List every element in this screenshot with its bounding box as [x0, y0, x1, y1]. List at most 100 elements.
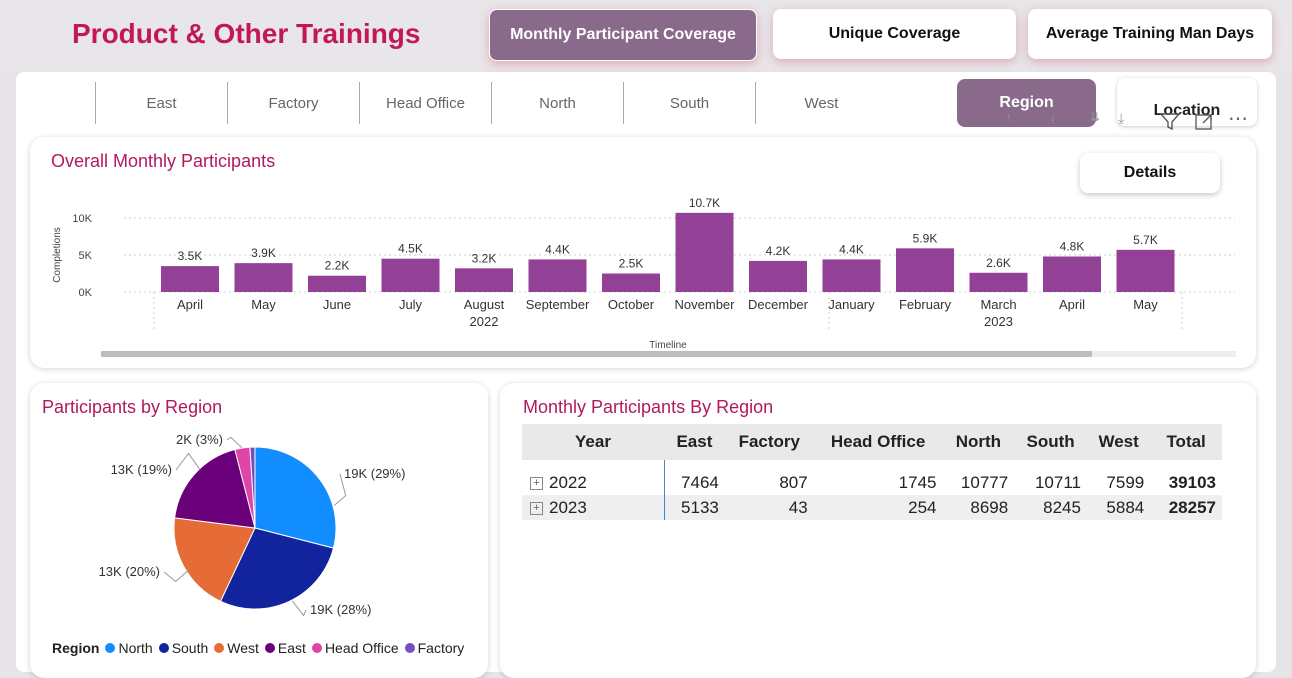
slicer-item-head-office[interactable]: Head Office	[359, 82, 491, 124]
y-tick-label: 5K	[79, 250, 93, 262]
table-row: +2022 7464 807 1745 10777 10711 7599 391…	[522, 460, 1222, 495]
column-header-total[interactable]: Total	[1150, 424, 1222, 460]
x-tick-label: December	[748, 297, 809, 312]
x-tick-label: June	[323, 297, 351, 312]
slicer-item-north[interactable]: North	[491, 82, 623, 124]
bar	[455, 268, 513, 292]
cell-north: 8698	[942, 495, 1015, 520]
column-header-south[interactable]: South	[1014, 424, 1087, 460]
data-label: 4.5K	[398, 242, 423, 256]
x-tick-label: April	[177, 297, 203, 312]
x-tick-label: March	[980, 297, 1016, 312]
table-row: +2023 5133 43 254 8698 8245 5884 28257	[522, 495, 1222, 520]
region-pie-chart: 19K (29%) 19K (28%) 13K (20%) 13K (19%) 2K (…	[99, 432, 406, 617]
visual-toolbar: ↑ ↓ ⇊ ⤓ ⋯	[1006, 108, 1256, 137]
expand-icon[interactable]: +	[530, 476, 543, 490]
bar	[969, 272, 1028, 292]
table-title: Monthly Participants By Region	[523, 397, 774, 417]
legend-item-north[interactable]: North	[105, 640, 153, 656]
x-tick-label: October	[608, 297, 655, 312]
x-tick-label: May	[1133, 297, 1158, 312]
data-label: 10.7K	[689, 196, 720, 210]
page-title: Product & Other Trainings	[72, 18, 421, 49]
data-label: 4.4K	[545, 242, 570, 256]
slicer-item-south[interactable]: South	[623, 82, 755, 124]
bar	[1116, 249, 1175, 292]
pie-leader-line	[175, 452, 201, 471]
x-tick-label: May	[251, 297, 276, 312]
legend-label: Head Office	[324, 640, 399, 656]
overall-monthly-bar-chart: 0K 5K 10K Completions 3.5K April 3.9K May 2.2K Ju…	[52, 196, 1236, 357]
filter-icon[interactable]	[1159, 112, 1181, 137]
x-tick-label: April	[1059, 297, 1085, 312]
column-header-north[interactable]: North	[942, 424, 1015, 460]
legend-item-west[interactable]: West	[214, 640, 259, 656]
expand-down-icon[interactable]: ⤓	[1118, 110, 1124, 127]
data-label: 4.4K	[839, 242, 864, 256]
data-label: 4.8K	[1060, 239, 1085, 253]
more-options-icon[interactable]: ⋯	[1228, 106, 1248, 131]
x-year-label: 2022	[470, 314, 499, 329]
bar	[161, 266, 219, 292]
legend-title: Region	[52, 640, 100, 656]
pie-leader-line	[163, 569, 189, 583]
legend-dot	[404, 643, 415, 653]
cell-factory: 43	[724, 495, 814, 520]
legend-dot	[264, 643, 275, 653]
y-tick-label: 10K	[72, 213, 92, 225]
column-header-east[interactable]: East	[664, 424, 725, 460]
cell-west: 5884	[1086, 495, 1151, 520]
table-header-row: Year East Factory Head Office North Sout…	[522, 424, 1222, 460]
tab-average-training-man-days[interactable]: Average Training Man Days	[1028, 9, 1272, 59]
bar	[749, 260, 807, 292]
sort-down-icon[interactable]: ↓	[1050, 110, 1056, 124]
tab-unique-coverage[interactable]: Unique Coverage	[773, 9, 1016, 59]
data-label: 3.5K	[178, 249, 203, 263]
bar	[822, 259, 881, 292]
column-header-west[interactable]: West	[1086, 424, 1151, 460]
bar	[602, 273, 660, 292]
bar	[381, 258, 440, 292]
data-label: 3.9K	[251, 246, 276, 260]
focus-mode-icon[interactable]	[1194, 112, 1214, 137]
legend-label: East	[277, 640, 306, 656]
legend-item-east[interactable]: East	[264, 640, 306, 656]
cell-east: 7464	[681, 472, 719, 492]
bar	[234, 263, 293, 292]
region-matrix-table: Year East Factory Head Office North Sout…	[522, 424, 1222, 520]
legend-dot	[311, 643, 322, 653]
legend-item-south[interactable]: South	[158, 640, 208, 656]
legend-label: Factory	[417, 640, 465, 656]
legend-dot	[158, 643, 169, 653]
data-label: 3.2K	[472, 251, 497, 265]
column-header-year[interactable]: Year	[522, 424, 664, 460]
x-tick-label: September	[526, 297, 590, 312]
x-axis-label: Timeline	[649, 340, 687, 351]
pie-chart-title: Participants by Region	[42, 397, 223, 417]
cell-factory: 807	[779, 472, 808, 492]
column-header-head-office[interactable]: Head Office	[813, 424, 943, 460]
drill-down-icon[interactable]: ⇊	[1090, 110, 1100, 124]
slicer-item-factory[interactable]: Factory	[227, 82, 359, 124]
cell-east: 5133	[664, 495, 725, 520]
data-label: 2.5K	[619, 257, 644, 271]
slicer-item-west[interactable]: West	[755, 82, 887, 124]
pie-data-label: 13K (20%)	[99, 564, 160, 579]
sort-up-icon[interactable]: ↑	[1006, 110, 1012, 124]
tab-monthly-participant-coverage[interactable]: Monthly Participant Coverage	[489, 9, 757, 61]
x-tick-label: July	[399, 297, 423, 312]
bar	[528, 259, 587, 292]
legend-item-factory[interactable]: Factory	[404, 640, 465, 656]
pie-legend: Region North South West East Head Office Fact…	[52, 640, 470, 656]
legend-item-head-office[interactable]: Head Office	[311, 640, 399, 656]
data-label: 2.6K	[986, 256, 1011, 270]
x-tick-label: November	[675, 297, 736, 312]
legend-label: North	[118, 640, 153, 656]
x-tick-label: January	[828, 297, 875, 312]
scrollbar-thumb[interactable]	[101, 351, 1092, 357]
slicer-item-east[interactable]: East	[95, 82, 227, 124]
column-header-factory[interactable]: Factory	[724, 424, 814, 460]
expand-icon[interactable]: +	[530, 501, 543, 515]
pie-data-label: 19K (28%)	[310, 602, 371, 617]
data-label: 4.2K	[766, 244, 791, 258]
